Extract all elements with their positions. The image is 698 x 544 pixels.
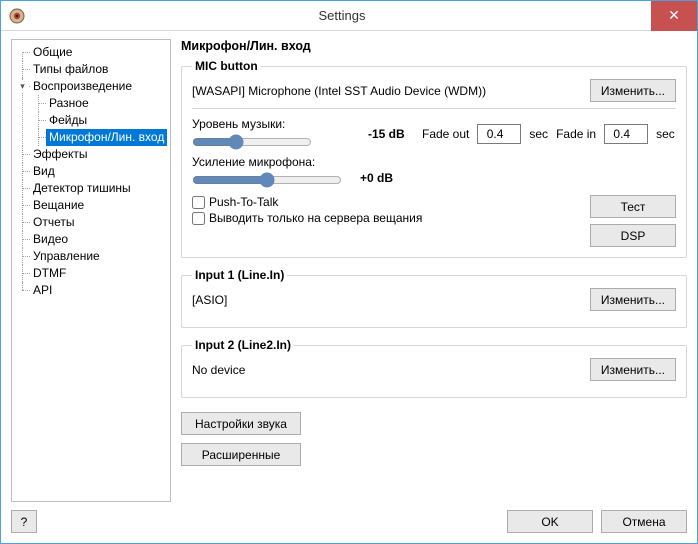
tree-item-label: API: [30, 282, 55, 299]
sec-label-1: sec: [529, 127, 548, 141]
dialog-footer: ? OK Отмена: [11, 510, 687, 533]
separator: [192, 108, 676, 109]
tree-item[interactable]: DTMF: [16, 265, 168, 282]
titlebar: Settings ✕: [1, 1, 697, 31]
tree-item[interactable]: Фейды: [32, 112, 168, 129]
tree-item-label: Воспроизведение: [30, 78, 135, 95]
tree-item[interactable]: Типы файлов: [16, 61, 168, 78]
dsp-button[interactable]: DSP: [590, 224, 676, 247]
tree-item-label: Отчеты: [30, 214, 77, 231]
advanced-button[interactable]: Расширенные: [181, 443, 301, 466]
category-tree[interactable]: ОбщиеТипы файлов▾ВоспроизведениеРазноеФе…: [11, 39, 171, 502]
tree-item-label: DTMF: [30, 265, 69, 282]
input1-group: Input 1 (Line.In) [ASIO] Изменить...: [181, 268, 687, 328]
tree-item-label: Фейды: [46, 112, 90, 129]
tree-item-label: Вид: [30, 163, 58, 180]
fade-out-label: Fade out: [422, 127, 469, 141]
input2-group: Input 2 (Line2.In) No device Изменить...: [181, 338, 687, 398]
mic-gain-label: Усиление микрофона:: [192, 155, 352, 169]
tree-item[interactable]: ▾ВоспроизведениеРазноеФейдыМикрофон/Лин.…: [16, 78, 168, 146]
input2-device-text: No device: [192, 363, 584, 377]
tree-item-label: Микрофон/Лин. вход: [46, 129, 167, 146]
fade-in-label: Fade in: [556, 127, 596, 141]
tree-item[interactable]: Вещание: [16, 197, 168, 214]
music-level-label: Уровень музыки:: [192, 117, 312, 131]
tree-item[interactable]: API: [16, 282, 168, 299]
tree-item-label: Управление: [30, 248, 103, 265]
tree-item[interactable]: Разное: [32, 95, 168, 112]
collapse-icon[interactable]: ▾: [17, 81, 28, 92]
tree-item[interactable]: Управление: [16, 248, 168, 265]
mic-gain-value: +0 dB: [360, 171, 406, 185]
input2-legend: Input 2 (Line2.In): [192, 338, 294, 352]
fade-in-input[interactable]: [604, 124, 648, 144]
mic-change-button[interactable]: Изменить...: [590, 79, 676, 102]
ptt-label: Push-To-Talk: [209, 195, 278, 209]
input2-change-button[interactable]: Изменить...: [590, 358, 676, 381]
tree-item[interactable]: Видео: [16, 231, 168, 248]
tree-item[interactable]: Детектор тишины: [16, 180, 168, 197]
tree-item[interactable]: Эффекты: [16, 146, 168, 163]
ptt-checkbox-row[interactable]: Push-To-Talk: [192, 195, 580, 209]
window-title: Settings: [33, 8, 651, 23]
fade-out-input[interactable]: [477, 124, 521, 144]
close-icon: ✕: [668, 7, 680, 24]
test-button[interactable]: Тест: [590, 195, 676, 218]
tree-item[interactable]: Вид: [16, 163, 168, 180]
mic-device-text: [WASAPI] Microphone (Intel SST Audio Dev…: [192, 84, 584, 98]
music-level-value: -15 dB: [368, 127, 414, 141]
app-icon: [9, 8, 25, 24]
tree-item-label: Типы файлов: [30, 61, 111, 78]
input1-device-text: [ASIO]: [192, 293, 584, 307]
close-button[interactable]: ✕: [651, 1, 697, 31]
tree-item-label: Вещание: [30, 197, 87, 214]
tree-item[interactable]: Отчеты: [16, 214, 168, 231]
settings-panel: Микрофон/Лин. вход MIC button [WASAPI] M…: [181, 39, 687, 502]
to-servers-checkbox[interactable]: [192, 212, 205, 225]
input1-legend: Input 1 (Line.In): [192, 268, 287, 282]
tree-item[interactable]: Общие: [16, 44, 168, 61]
to-servers-label: Выводить только на сервера вещания: [209, 211, 422, 225]
ok-button[interactable]: OK: [507, 510, 593, 533]
tree-item-label: Эффекты: [30, 146, 91, 163]
mic-gain-slider[interactable]: [192, 171, 342, 189]
sound-settings-button[interactable]: Настройки звука: [181, 412, 301, 435]
to-servers-checkbox-row[interactable]: Выводить только на сервера вещания: [192, 211, 580, 225]
tree-item[interactable]: Микрофон/Лин. вход: [32, 129, 168, 146]
music-level-slider[interactable]: [192, 133, 312, 151]
page-title: Микрофон/Лин. вход: [181, 39, 687, 53]
tree-item-label: Разное: [46, 95, 92, 112]
input1-change-button[interactable]: Изменить...: [590, 288, 676, 311]
tree-item-label: Детектор тишины: [30, 180, 134, 197]
mic-button-group: MIC button [WASAPI] Microphone (Intel SS…: [181, 59, 687, 258]
help-button[interactable]: ?: [11, 510, 37, 533]
cancel-button[interactable]: Отмена: [601, 510, 687, 533]
sec-label-2: sec: [656, 127, 675, 141]
mic-group-legend: MIC button: [192, 59, 261, 73]
tree-item-label: Видео: [30, 231, 71, 248]
tree-item-label: Общие: [30, 44, 75, 61]
ptt-checkbox[interactable]: [192, 196, 205, 209]
